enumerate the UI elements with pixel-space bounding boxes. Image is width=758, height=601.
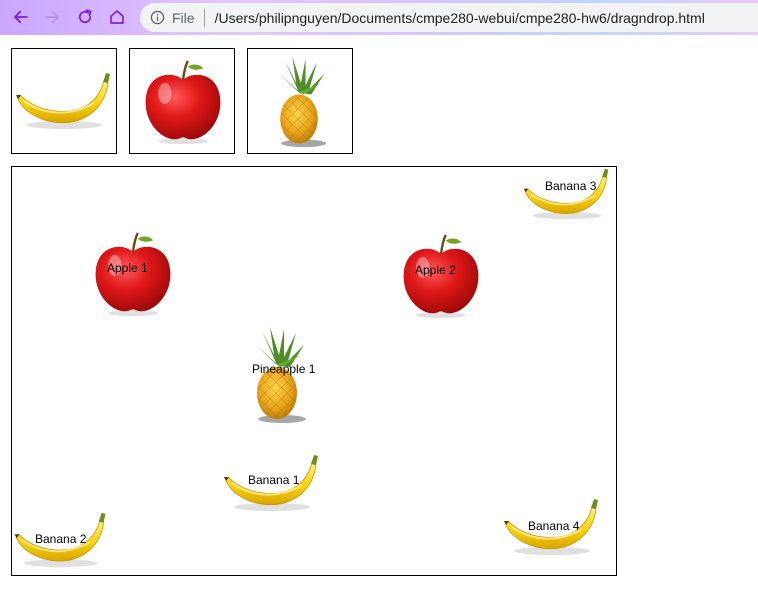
fruit-label: Banana 1 bbox=[248, 473, 300, 487]
dropped-apple[interactable]: Apple 1 bbox=[90, 231, 176, 317]
fruit-label: Apple 1 bbox=[107, 261, 148, 275]
fruit-label: Apple 2 bbox=[415, 263, 456, 277]
info-icon[interactable] bbox=[149, 10, 165, 26]
forward-arrow-icon bbox=[45, 10, 59, 24]
dropped-banana[interactable]: Banana 3 bbox=[519, 167, 615, 221]
palette-banana[interactable] bbox=[11, 48, 117, 154]
back-button[interactable] bbox=[9, 5, 33, 29]
browser-toolbar: File /Users/philipnguyen/Documents/cmpe2… bbox=[0, 0, 758, 35]
palette-pineapple[interactable] bbox=[247, 48, 353, 154]
fruit-label: Banana 4 bbox=[528, 519, 580, 533]
reload-button[interactable] bbox=[73, 5, 97, 29]
fruit-label: Banana 2 bbox=[35, 532, 87, 546]
forward-button[interactable] bbox=[40, 5, 64, 29]
pineapple-icon bbox=[279, 56, 327, 148]
scheme-label: File bbox=[172, 9, 195, 26]
dropped-pineapple[interactable]: Pineapple 1 bbox=[242, 325, 316, 425]
palette-apple[interactable] bbox=[129, 48, 235, 154]
dropped-banana[interactable]: Banana 1 bbox=[222, 453, 322, 513]
fruit-label: Banana 3 bbox=[545, 179, 597, 193]
dropped-banana[interactable]: Banana 2 bbox=[12, 511, 110, 569]
banana-icon bbox=[15, 72, 111, 130]
home-button[interactable] bbox=[105, 5, 129, 29]
apple-icon bbox=[144, 59, 222, 145]
dropped-banana[interactable]: Banana 4 bbox=[502, 497, 602, 557]
reload-icon bbox=[78, 9, 92, 24]
dropped-apple[interactable]: Apple 2 bbox=[398, 233, 484, 319]
fruit-label: Pineapple 1 bbox=[252, 362, 316, 376]
address-bar[interactable]: File /Users/philipnguyen/Documents/cmpe2… bbox=[140, 3, 758, 32]
banana-icon bbox=[519, 167, 615, 221]
back-arrow-icon bbox=[14, 10, 28, 24]
url-text[interactable]: /Users/philipnguyen/Documents/cmpe280-we… bbox=[215, 10, 705, 26]
address-divider bbox=[203, 8, 205, 27]
drop-area[interactable]: Banana 3 Apple 1 Apple 2 Pineapple 1 Ban… bbox=[11, 166, 617, 576]
home-icon bbox=[110, 10, 124, 24]
